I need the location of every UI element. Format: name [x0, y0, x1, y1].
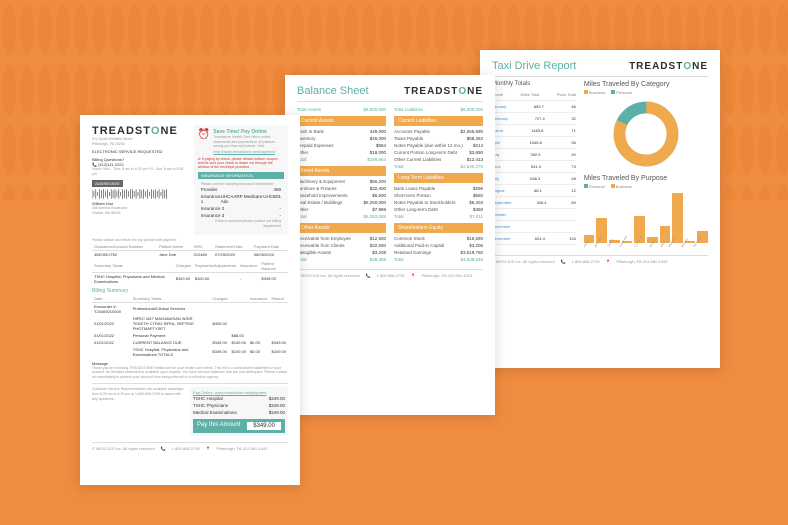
- pay-button[interactable]: Pay this Amount$349.00: [193, 419, 285, 433]
- balance-sheet: Balance Sheet TREADSTONE Total Assets$6,…: [285, 75, 495, 415]
- footer: © MESCIUS Inc. All rights reserved📞1.800…: [492, 255, 708, 264]
- donut-chart: [611, 99, 681, 169]
- clock-icon: ⏰: [198, 129, 210, 140]
- insurance-hdr: INSURANCE INFORMATION: [198, 172, 284, 179]
- summary-table: Summary TotalsChargesPayments/Adjustment…: [92, 260, 288, 285]
- other-assets-hdr: Other Assets: [297, 223, 386, 233]
- message-body: Thank you for choosing TREADSTONE Health…: [92, 366, 288, 380]
- cat-legend: BusinessPersonal: [584, 90, 708, 95]
- csr-note: Customer Service Representatives are ava…: [92, 387, 184, 436]
- address: 211 South Whitfield StreetPittsburgh, PA…: [92, 137, 188, 146]
- footer: © MESCIUS Inc. All rights reserved📞1.800…: [92, 442, 288, 451]
- bar-labels: AirportBetweenCharityCommuteCustomerErra…: [584, 245, 708, 249]
- billing-table: DateSummary TotalsChargesInsurancePatien…: [92, 295, 288, 358]
- brand-logo: TREADSTONE: [92, 125, 188, 137]
- equity-hdr: Shareholders Equity: [394, 223, 483, 233]
- billing-summary-hdr: Billing Summary: [92, 288, 288, 294]
- fixed-assets-hdr: Fixed Assets: [297, 166, 386, 176]
- long-liab-hdr: Long-Term Liabilities: [394, 173, 483, 183]
- red-note: ⊘ If paying by check, please detach bott…: [198, 157, 284, 169]
- invoice-sheet: TREADSTONE 211 South Whitfield StreetPit…: [80, 115, 300, 485]
- footer: © MESCIUS Inc. All rights reserved📞1.800…: [297, 269, 483, 278]
- account-table: Guarantor/Account NumberPatient NameHRNS…: [92, 243, 288, 258]
- hours: Hours: Mon - Thur: 8 am to 8:30 pm Fri -…: [92, 167, 188, 176]
- bar-chart: [584, 193, 708, 243]
- addressee-hdr: ADDRESSEE: [92, 180, 123, 187]
- monthly-totals-hdr: Monthly Totals: [492, 81, 576, 87]
- brand-logo: TREADSTONE: [629, 61, 708, 72]
- current-assets-hdr: Current Assets: [297, 116, 386, 126]
- taxi-report-sheet: Taxi Drive Report TREADSTONE Monthly Tot…: [480, 50, 720, 368]
- cat-chart-title: Miles Traveled By Category: [584, 81, 708, 88]
- purpose-legend: PersonalBusiness: [584, 184, 708, 189]
- service-requested: ELECTRONIC SERVICE REQUESTED: [92, 149, 188, 154]
- insurance-box: Please confirm following insurance infor…: [198, 179, 284, 232]
- taxi-title: Taxi Drive Report: [492, 60, 576, 72]
- monthly-table: MonthMiles TotalPicks Total January693.7…: [492, 89, 576, 245]
- barcode-icon: [92, 189, 188, 199]
- current-liab-hdr: Current Liabilities: [394, 116, 483, 126]
- balance-title: Balance Sheet: [297, 85, 369, 97]
- purpose-chart-title: Miles Traveled By Purpose: [584, 175, 708, 182]
- payment-link[interactable]: http://www.treadstone.net/payment: [213, 149, 284, 154]
- brand-logo: TREADSTONE: [404, 86, 483, 97]
